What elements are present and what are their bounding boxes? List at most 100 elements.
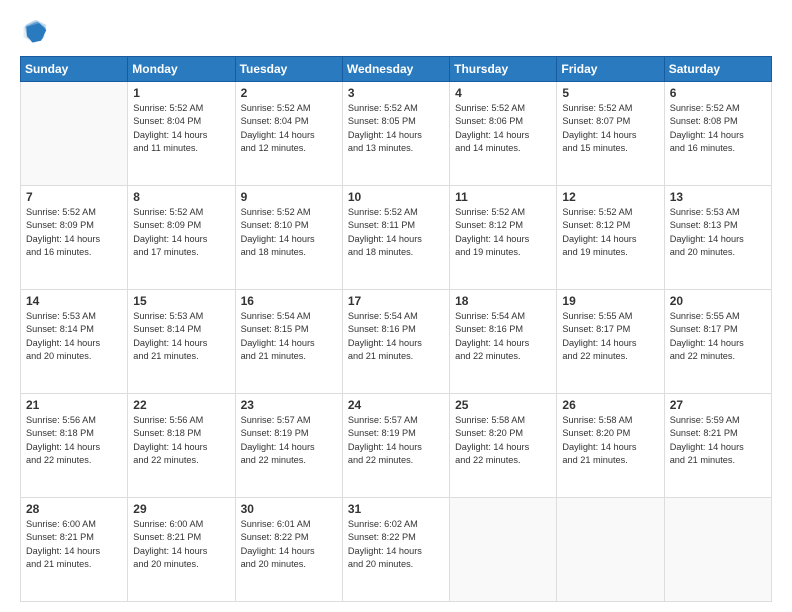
calendar-body: 1 Sunrise: 5:52 AM Sunset: 8:04 PM Daylig… [21, 82, 772, 602]
day-cell [21, 82, 128, 186]
day-number: 7 [26, 190, 123, 204]
day-cell [557, 498, 664, 602]
day-info: Sunrise: 6:01 AM Sunset: 8:22 PM Dayligh… [241, 518, 338, 571]
day-number: 5 [562, 86, 659, 100]
day-number: 2 [241, 86, 338, 100]
day-info: Sunrise: 5:58 AM Sunset: 8:20 PM Dayligh… [562, 414, 659, 467]
day-info: Sunrise: 5:53 AM Sunset: 8:14 PM Dayligh… [26, 310, 123, 363]
day-info: Sunrise: 5:55 AM Sunset: 8:17 PM Dayligh… [670, 310, 767, 363]
week-row-4: 28Sunrise: 6:00 AM Sunset: 8:21 PM Dayli… [21, 498, 772, 602]
day-cell: 24 Sunrise: 5:57 AM Sunset: 8:19 PM Dayli… [342, 394, 449, 498]
day-info: Sunrise: 6:02 AM Sunset: 8:22 PM Dayligh… [348, 518, 445, 571]
day-number: 30 [241, 502, 338, 516]
day-number: 25 [455, 398, 552, 412]
day-info: Sunrise: 5:56 AM Sunset: 8:18 PM Dayligh… [133, 414, 230, 467]
day-number: 3 [348, 86, 445, 100]
day-info: Sunrise: 5:52 AM Sunset: 8:04 PM Dayligh… [133, 102, 230, 155]
day-cell: 30 Sunrise: 6:01 AM Sunset: 8:22 PM Dayli… [235, 498, 342, 602]
header-cell-monday: Monday [128, 57, 235, 82]
day-info: Sunrise: 5:58 AM Sunset: 8:20 PM Dayligh… [455, 414, 552, 467]
day-info: Sunrise: 5:57 AM Sunset: 8:19 PM Dayligh… [241, 414, 338, 467]
header-cell-friday: Friday [557, 57, 664, 82]
day-number: 12 [562, 190, 659, 204]
day-number: 19 [562, 294, 659, 308]
day-info: Sunrise: 5:57 AM Sunset: 8:19 PM Dayligh… [348, 414, 445, 467]
day-cell: 23 Sunrise: 5:57 AM Sunset: 8:19 PM Dayli… [235, 394, 342, 498]
day-number: 1 [133, 86, 230, 100]
day-cell: 9Sunrise: 5:52 AM Sunset: 8:10 PM Daylig… [235, 186, 342, 290]
day-cell: 15Sunrise: 5:53 AM Sunset: 8:14 PM Dayli… [128, 290, 235, 394]
day-cell: 14Sunrise: 5:53 AM Sunset: 8:14 PM Dayli… [21, 290, 128, 394]
day-number: 11 [455, 190, 552, 204]
day-info: Sunrise: 5:53 AM Sunset: 8:13 PM Dayligh… [670, 206, 767, 259]
day-cell: 26 Sunrise: 5:58 AM Sunset: 8:20 PM Dayli… [557, 394, 664, 498]
day-info: Sunrise: 5:52 AM Sunset: 8:05 PM Dayligh… [348, 102, 445, 155]
day-number: 24 [348, 398, 445, 412]
day-cell: 27Sunrise: 5:59 AM Sunset: 8:21 PM Dayli… [664, 394, 771, 498]
day-cell: 22 Sunrise: 5:56 AM Sunset: 8:18 PM Dayli… [128, 394, 235, 498]
day-info: Sunrise: 6:00 AM Sunset: 8:21 PM Dayligh… [26, 518, 123, 571]
day-info: Sunrise: 5:53 AM Sunset: 8:14 PM Dayligh… [133, 310, 230, 363]
day-cell: 3 Sunrise: 5:52 AM Sunset: 8:05 PM Daylig… [342, 82, 449, 186]
logo-icon [20, 18, 48, 46]
logo [20, 18, 52, 46]
header-row: SundayMondayTuesdayWednesdayThursdayFrid… [21, 57, 772, 82]
week-row-2: 14Sunrise: 5:53 AM Sunset: 8:14 PM Dayli… [21, 290, 772, 394]
week-row-0: 1 Sunrise: 5:52 AM Sunset: 8:04 PM Daylig… [21, 82, 772, 186]
day-number: 21 [26, 398, 123, 412]
day-cell: 28Sunrise: 6:00 AM Sunset: 8:21 PM Dayli… [21, 498, 128, 602]
day-cell: 10Sunrise: 5:52 AM Sunset: 8:11 PM Dayli… [342, 186, 449, 290]
header-cell-wednesday: Wednesday [342, 57, 449, 82]
day-cell: 21 Sunrise: 5:56 AM Sunset: 8:18 PM Dayli… [21, 394, 128, 498]
day-cell [450, 498, 557, 602]
day-cell: 17 Sunrise: 5:54 AM Sunset: 8:16 PM Dayli… [342, 290, 449, 394]
calendar-header: SundayMondayTuesdayWednesdayThursdayFrid… [21, 57, 772, 82]
day-info: Sunrise: 5:52 AM Sunset: 8:08 PM Dayligh… [670, 102, 767, 155]
day-cell [664, 498, 771, 602]
day-number: 20 [670, 294, 767, 308]
day-cell: 13 Sunrise: 5:53 AM Sunset: 8:13 PM Dayli… [664, 186, 771, 290]
day-cell: 7Sunrise: 5:52 AM Sunset: 8:09 PM Daylig… [21, 186, 128, 290]
header-cell-tuesday: Tuesday [235, 57, 342, 82]
day-info: Sunrise: 5:52 AM Sunset: 8:06 PM Dayligh… [455, 102, 552, 155]
day-number: 13 [670, 190, 767, 204]
day-info: Sunrise: 5:54 AM Sunset: 8:16 PM Dayligh… [348, 310, 445, 363]
header-cell-thursday: Thursday [450, 57, 557, 82]
day-number: 8 [133, 190, 230, 204]
day-number: 16 [241, 294, 338, 308]
day-info: Sunrise: 5:52 AM Sunset: 8:11 PM Dayligh… [348, 206, 445, 259]
day-number: 23 [241, 398, 338, 412]
day-info: Sunrise: 5:52 AM Sunset: 8:04 PM Dayligh… [241, 102, 338, 155]
day-info: Sunrise: 5:54 AM Sunset: 8:16 PM Dayligh… [455, 310, 552, 363]
day-info: Sunrise: 5:52 AM Sunset: 8:09 PM Dayligh… [133, 206, 230, 259]
day-number: 29 [133, 502, 230, 516]
page: SundayMondayTuesdayWednesdayThursdayFrid… [0, 0, 792, 612]
day-cell: 8 Sunrise: 5:52 AM Sunset: 8:09 PM Daylig… [128, 186, 235, 290]
week-row-3: 21 Sunrise: 5:56 AM Sunset: 8:18 PM Dayli… [21, 394, 772, 498]
day-cell: 4 Sunrise: 5:52 AM Sunset: 8:06 PM Daylig… [450, 82, 557, 186]
day-number: 4 [455, 86, 552, 100]
day-cell: 6Sunrise: 5:52 AM Sunset: 8:08 PM Daylig… [664, 82, 771, 186]
day-cell: 20 Sunrise: 5:55 AM Sunset: 8:17 PM Dayli… [664, 290, 771, 394]
day-number: 22 [133, 398, 230, 412]
day-info: Sunrise: 6:00 AM Sunset: 8:21 PM Dayligh… [133, 518, 230, 571]
day-cell: 31Sunrise: 6:02 AM Sunset: 8:22 PM Dayli… [342, 498, 449, 602]
header-cell-saturday: Saturday [664, 57, 771, 82]
day-cell: 29 Sunrise: 6:00 AM Sunset: 8:21 PM Dayli… [128, 498, 235, 602]
day-info: Sunrise: 5:52 AM Sunset: 8:10 PM Dayligh… [241, 206, 338, 259]
day-cell: 25 Sunrise: 5:58 AM Sunset: 8:20 PM Dayli… [450, 394, 557, 498]
header [20, 18, 772, 46]
day-info: Sunrise: 5:56 AM Sunset: 8:18 PM Dayligh… [26, 414, 123, 467]
day-cell: 12Sunrise: 5:52 AM Sunset: 8:12 PM Dayli… [557, 186, 664, 290]
day-cell: 5 Sunrise: 5:52 AM Sunset: 8:07 PM Daylig… [557, 82, 664, 186]
day-info: Sunrise: 5:55 AM Sunset: 8:17 PM Dayligh… [562, 310, 659, 363]
day-info: Sunrise: 5:52 AM Sunset: 8:12 PM Dayligh… [455, 206, 552, 259]
day-cell: 19 Sunrise: 5:55 AM Sunset: 8:17 PM Dayli… [557, 290, 664, 394]
day-cell: 16Sunrise: 5:54 AM Sunset: 8:15 PM Dayli… [235, 290, 342, 394]
day-number: 27 [670, 398, 767, 412]
day-number: 17 [348, 294, 445, 308]
day-cell: 1 Sunrise: 5:52 AM Sunset: 8:04 PM Daylig… [128, 82, 235, 186]
day-number: 26 [562, 398, 659, 412]
day-cell: 18Sunrise: 5:54 AM Sunset: 8:16 PM Dayli… [450, 290, 557, 394]
day-info: Sunrise: 5:52 AM Sunset: 8:07 PM Dayligh… [562, 102, 659, 155]
